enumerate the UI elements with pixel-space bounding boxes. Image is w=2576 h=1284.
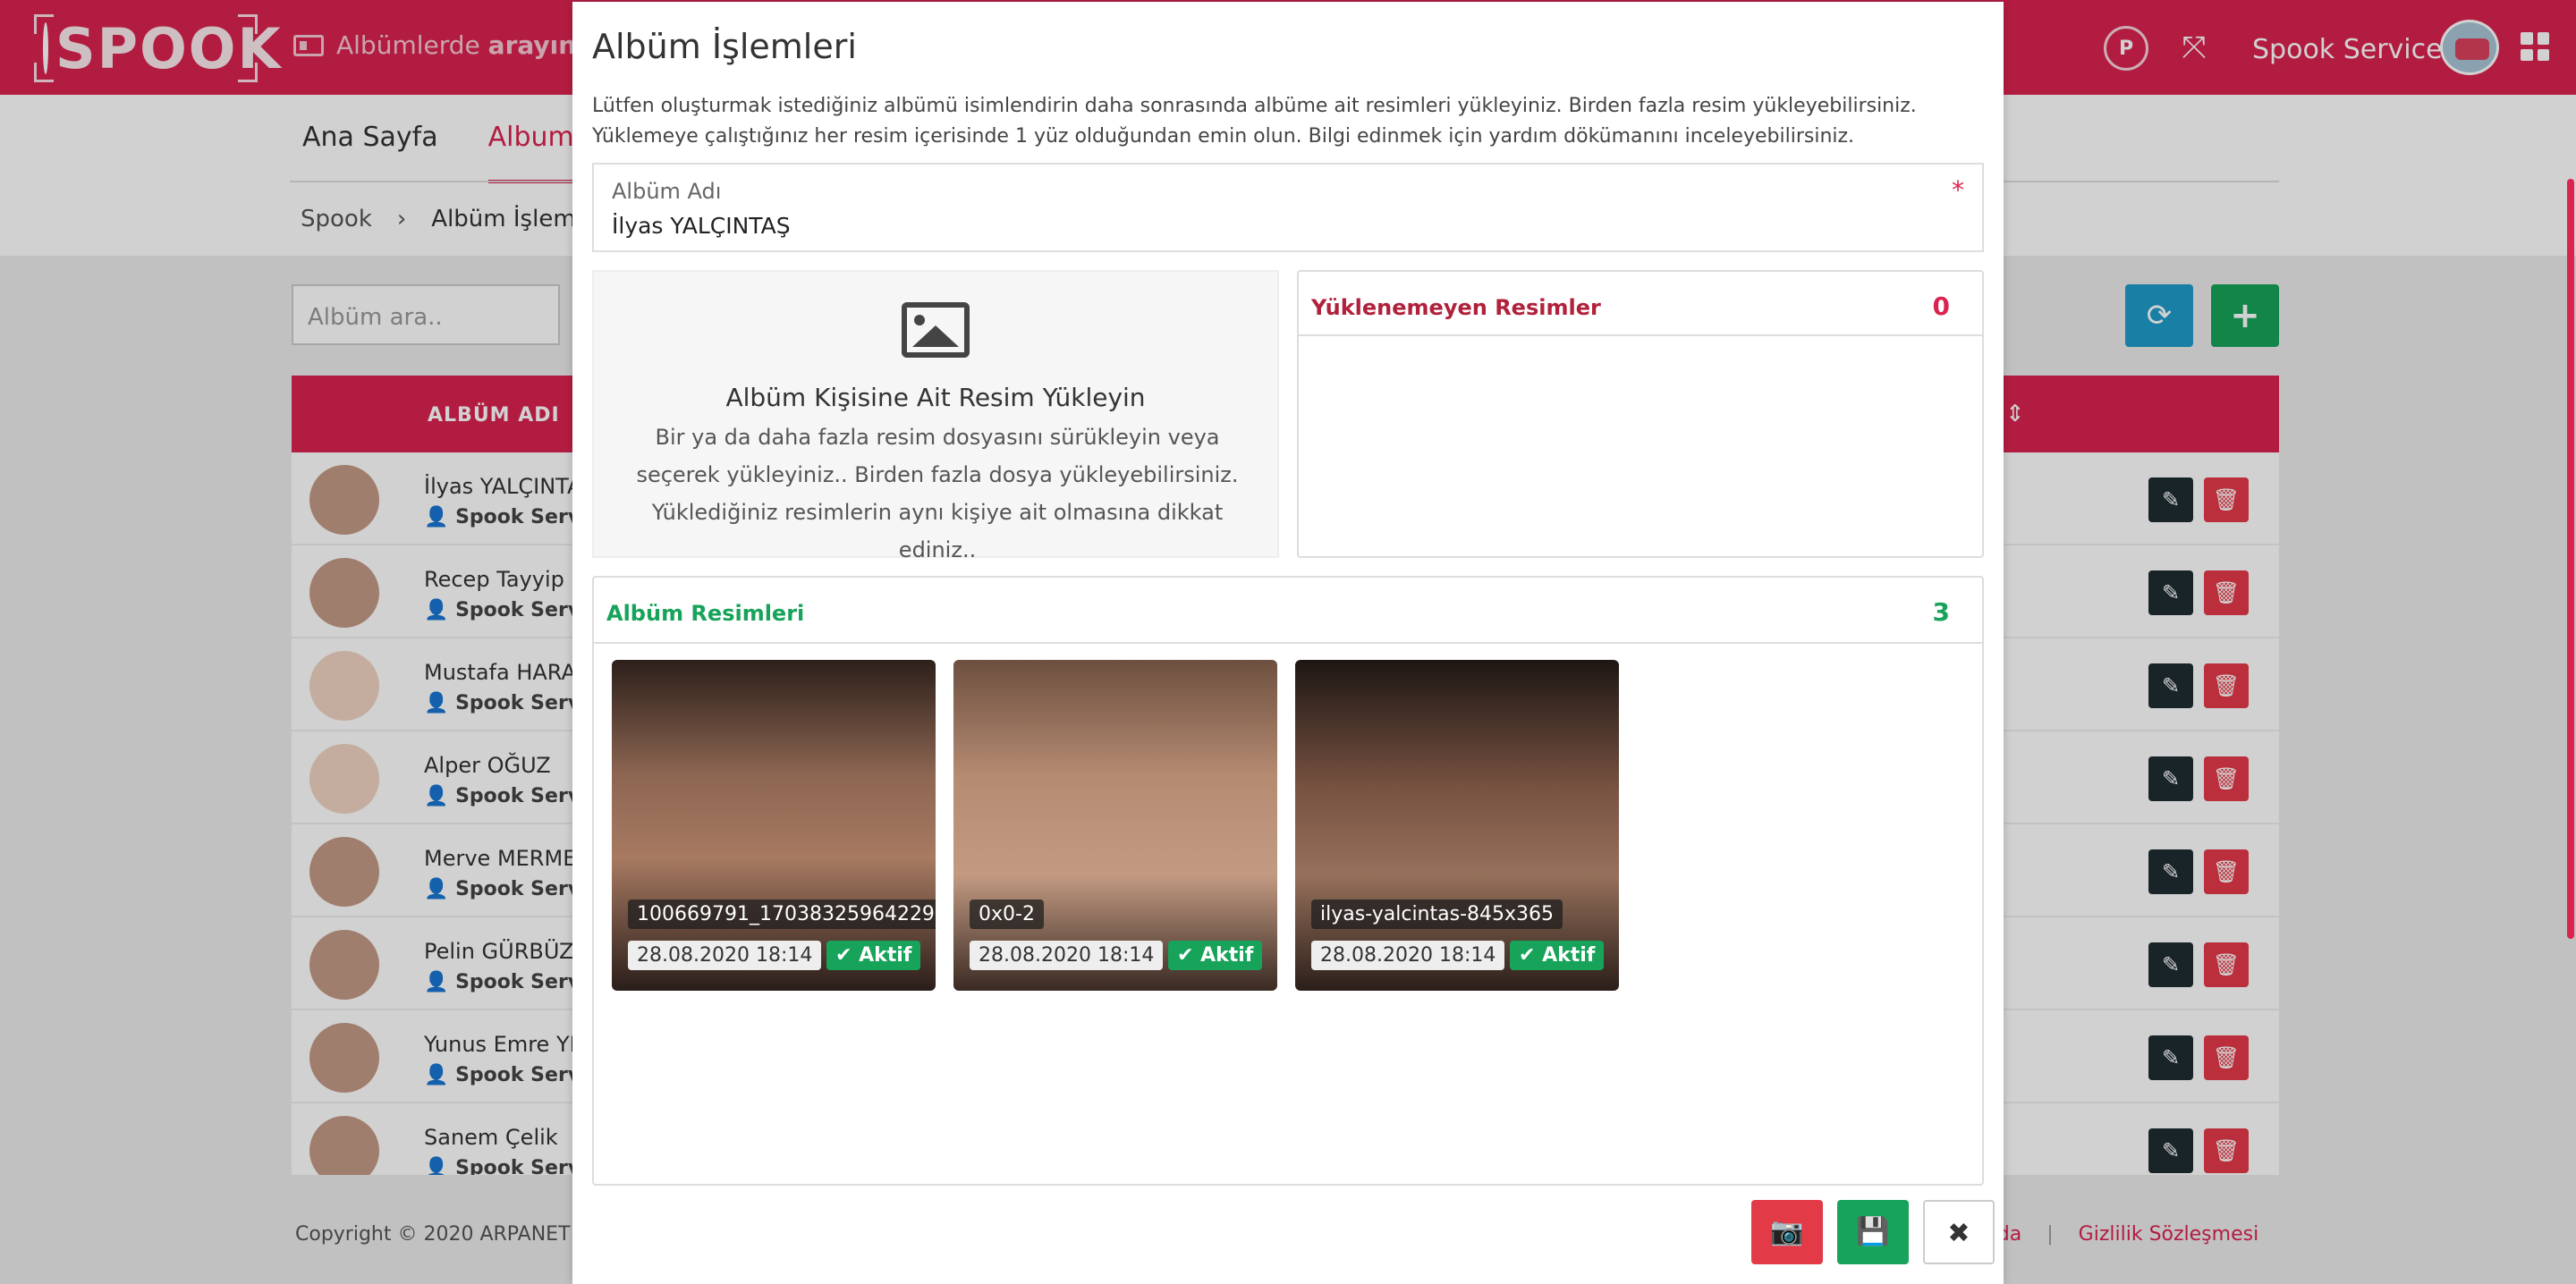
image-card[interactable]: ilyas-yalcintas-845x365 28.08.2020 18:14… (1295, 660, 1619, 991)
album-images-title: Albüm Resimleri (606, 601, 805, 626)
status-badge[interactable]: ✔ Aktif (826, 941, 921, 970)
camera-button[interactable]: 📷 (1751, 1200, 1823, 1264)
failed-images-panel: Yüklenemeyen Resimler 0 (1297, 270, 1984, 558)
album-name-input[interactable]: İlyas YALÇINTAŞ (612, 213, 791, 239)
status-badge[interactable]: ✔ Aktif (1510, 941, 1605, 970)
image-date: 28.08.2020 18:14 (970, 941, 1164, 970)
page-scrollbar[interactable] (2567, 179, 2574, 939)
album-images-count: 3 (1932, 597, 1950, 627)
dropzone-title: Albüm Kişisine Ait Resim Yükleyin (725, 383, 1146, 412)
status-badge[interactable]: ✔ Aktif (1168, 941, 1263, 970)
close-button[interactable]: ✖ (1923, 1200, 1995, 1264)
image-filename: ilyas-yalcintas-845x365 (1311, 900, 1563, 929)
failed-images-count: 0 (1932, 291, 1950, 321)
album-name-label: Albüm Adı (612, 179, 722, 204)
image-filename: 0x0-2 (970, 900, 1044, 929)
floppy-disk-icon: 💾 (1856, 1216, 1890, 1247)
image-dropzone[interactable]: Albüm Kişisine Ait Resim Yükleyin Bir ya… (592, 270, 1279, 562)
album-images-panel: Albüm Resimleri 3 100669791_170383259642… (592, 576, 1984, 1186)
image-icon (902, 302, 970, 358)
failed-images-title: Yüklenemeyen Resimler (1311, 295, 1601, 320)
save-button[interactable]: 💾 (1837, 1200, 1909, 1264)
camera-icon: 📷 (1770, 1216, 1804, 1247)
dropzone-description: Bir ya da daha fazla resim dosyasını sür… (636, 425, 1239, 562)
modal-title: Albüm İşlemleri (592, 27, 857, 66)
modal-actions: 📷 💾 ✖ (1751, 1200, 1995, 1264)
close-icon: ✖ (1947, 1218, 1970, 1249)
required-mark: * (1952, 175, 1964, 205)
image-date: 28.08.2020 18:14 (1311, 941, 1505, 970)
album-name-field[interactable]: Albüm Adı İlyas YALÇINTAŞ * (592, 163, 1984, 252)
image-card[interactable]: 0x0-2 28.08.2020 18:14 ✔ Aktif (953, 660, 1277, 991)
image-filename: 100669791_1703832596422939 (628, 900, 936, 929)
modal-description: Lütfen oluşturmak istediğiniz albümü isi… (592, 95, 1917, 148)
album-operations-modal: Albüm İşlemleri Lütfen oluşturmak istedi… (572, 2, 2004, 1284)
image-card[interactable]: 100669791_1703832596422939 28.08.2020 18… (612, 660, 936, 991)
image-date: 28.08.2020 18:14 (628, 941, 822, 970)
